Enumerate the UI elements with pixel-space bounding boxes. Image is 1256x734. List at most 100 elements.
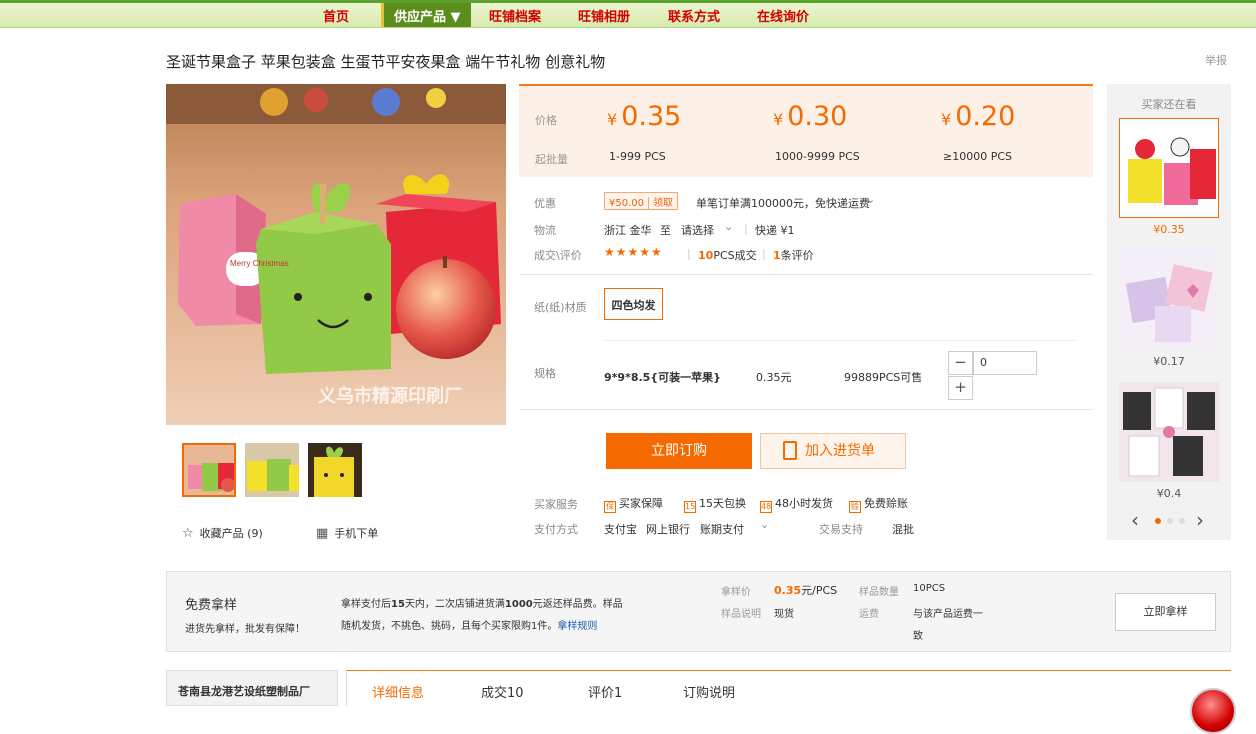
get-sample-button[interactable]: 立即拿样 <box>1115 593 1216 631</box>
chevron-down-icon[interactable]: ⌄ <box>724 220 733 233</box>
nav-contact[interactable]: 联系方式 <box>668 6 720 25</box>
sample-note-label: 样品说明 <box>721 609 761 620</box>
service-exchange[interactable]: 15 15天包换 <box>684 495 746 513</box>
thumbnail-1[interactable] <box>182 443 236 497</box>
sample-desc-part: 元返还样品费。样品 <box>532 599 623 610</box>
divider-line <box>519 274 1093 275</box>
sample-rule-link[interactable]: 拿样规则 <box>557 621 597 632</box>
sidebar-title: 买家还在看 <box>1141 98 1197 111</box>
currency-symbol: ¥ <box>941 110 952 129</box>
nav-strip <box>0 0 1256 3</box>
sidebar-image <box>1119 250 1219 350</box>
floating-service-button[interactable] <box>1190 688 1236 734</box>
clipboard-icon <box>783 441 797 460</box>
carousel-dot[interactable] <box>1179 518 1185 524</box>
nav-home[interactable]: 首页 <box>323 6 349 25</box>
spec-name: 9*9*8.5{可装一苹果} <box>604 371 721 384</box>
material-label: 纸(纸)材质 <box>534 301 587 314</box>
service-credit[interactable]: 赊免费赊账 <box>849 495 908 513</box>
nav-inquiry[interactable]: 在线询价 <box>757 6 809 25</box>
qr-code-icon: ▦ <box>316 526 329 541</box>
coupon-amount: ¥50.00 <box>605 197 649 210</box>
credit-icon: 赊 <box>849 501 861 513</box>
deal-count[interactable]: 10PCS成交 <box>698 247 757 263</box>
sample-count-label: 样品数量 <box>859 587 899 598</box>
currency-symbol: ¥ <box>773 110 784 129</box>
sidebar-prev-button[interactable]: ‹ <box>1131 508 1139 532</box>
company-name[interactable]: 苍南县龙港艺设纸塑制品厂 <box>166 670 338 706</box>
thumbnail-2[interactable] <box>245 443 299 497</box>
coupon-get: 领取 <box>653 198 673 209</box>
price-tier-3: ¥0.20 <box>941 101 1015 132</box>
deal-label: 成交\评价 <box>534 249 582 262</box>
tab-details[interactable]: 详细信息 <box>372 682 424 701</box>
service-shipping[interactable]: 48 48小时发货 <box>760 495 833 513</box>
add-to-cart-button[interactable]: 加入进货单 <box>760 433 906 469</box>
spec-price: 0.35元 <box>756 371 792 384</box>
favorite-action[interactable]: ☆ 收藏产品 (9) <box>182 525 263 541</box>
thumbnail-3[interactable] <box>308 443 362 497</box>
range-tier-2: 1000-9999 PCS <box>775 150 860 163</box>
discount-text: 单笔订单满100000元，免快递运费 <box>696 197 870 210</box>
price-tier-value: 0.20 <box>955 101 1016 132</box>
nav-shop-profile[interactable]: 旺铺档案 <box>489 6 541 25</box>
nav-supply-products[interactable]: 供应产品 ▼ <box>381 3 471 27</box>
sidebar-next-button[interactable]: › <box>1196 508 1204 532</box>
pay-credit: 账期支付 <box>700 523 744 536</box>
mobile-order-action[interactable]: ▦ 手机下单 <box>316 525 378 541</box>
sample-count-value: 10PCS <box>913 583 946 594</box>
chevron-down-icon[interactable]: ⌄ <box>866 193 875 206</box>
material-option[interactable]: 四色均发 <box>604 288 663 320</box>
box-label: Merry Christmas <box>230 259 289 268</box>
main-product-image[interactable]: 义乌市精源印刷厂 Merry Christmas <box>166 84 506 425</box>
top-nav: 首页 供应产品 ▼ 旺铺档案 旺铺相册 联系方式 在线询价 <box>0 0 1256 28</box>
sample-desc-line1: 拿样支付后15天内，二次店铺进货满1000元返还样品费。样品 <box>341 595 623 610</box>
price-panel: 价格 起批量 ¥0.35 ¥0.30 ¥0.20 1-999 PCS 1000-… <box>519 84 1093 177</box>
nav-shop-album[interactable]: 旺铺相册 <box>578 6 630 25</box>
coupon-badge[interactable]: ¥50.00 领取 <box>604 192 678 210</box>
sample-price-unit: 元/PCS <box>801 584 838 597</box>
sidebar-image <box>1120 119 1218 217</box>
product-title: 圣诞节果盒子 苹果包装盒 生蛋节平安夜果盒 端午节礼物 创意礼物 <box>166 53 606 71</box>
service-guarantee-label: 买家保障 <box>619 497 663 510</box>
quantity-plus-button[interactable]: + <box>948 376 973 400</box>
quantity-minus-button[interactable]: − <box>948 351 973 375</box>
sample-ship-label: 运费 <box>859 609 879 620</box>
currency-symbol: ¥ <box>607 110 618 129</box>
quantity-input[interactable]: 0 <box>973 351 1037 375</box>
sidebar-item-3[interactable] <box>1119 382 1219 482</box>
sidebar-item-2[interactable] <box>1119 250 1219 350</box>
recommend-sidebar: 买家还在看 ¥0.35 ¥0.17 ¥0.4 ‹ › <box>1107 84 1231 540</box>
price-tier-1: ¥0.35 <box>607 101 681 132</box>
tab-reviews[interactable]: 评价1 <box>588 682 622 701</box>
batch-label: 起批量 <box>535 153 568 166</box>
service-exchange-label: 15天包换 <box>699 497 746 510</box>
carousel-dot[interactable] <box>1167 518 1173 524</box>
sample-desc-part: 拿样支付后 <box>341 599 391 610</box>
review-count[interactable]: 1条评价 <box>773 247 814 263</box>
carousel-dot-active[interactable] <box>1155 518 1161 524</box>
sidebar-item-1[interactable] <box>1119 118 1219 218</box>
tab-order-info[interactable]: 订购说明 <box>683 682 735 701</box>
divider: | <box>744 222 748 235</box>
thumbnail-image <box>184 445 234 495</box>
image-watermark: 义乌市精源印刷厂 <box>318 385 462 406</box>
chevron-down-icon[interactable]: ⌄ <box>760 518 769 531</box>
clock-icon: 48 <box>760 501 772 513</box>
sample-desc-amount: 1000 <box>504 599 533 610</box>
divider: | <box>687 247 691 260</box>
sample-desc-part: 随机发货，不挑色、挑码，且每个买家限购1件。 <box>341 621 558 632</box>
destination-select[interactable]: 请选择 <box>681 222 714 238</box>
pay-alipay: 支付宝 <box>604 523 637 536</box>
sidebar-price-2: ¥0.17 <box>1153 355 1185 368</box>
trade-support-label: 交易支持 <box>819 523 863 536</box>
sample-ship-value-2: 致 <box>913 631 923 642</box>
price-tier-2: ¥0.30 <box>773 101 847 132</box>
report-link[interactable]: 举报 <box>1205 52 1227 68</box>
star-outline-icon: ☆ <box>182 526 194 541</box>
buy-now-button[interactable]: 立即订购 <box>606 433 752 469</box>
detail-tabs: 详细信息 成交10 评价1 订购说明 <box>346 670 1231 706</box>
tab-deals[interactable]: 成交10 <box>481 682 524 701</box>
deal-count-unit: PCS成交 <box>713 249 757 262</box>
service-guarantee[interactable]: 保买家保障 <box>604 495 663 513</box>
